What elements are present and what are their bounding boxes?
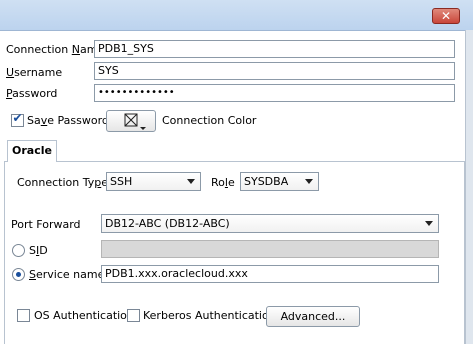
connection-type-label: Connection Type [17, 176, 109, 189]
role-label: Role [211, 176, 235, 189]
connection-color-label: Connection Color [162, 114, 257, 127]
os-authentication-label: OS Authentication [34, 309, 134, 322]
chevron-down-icon [425, 221, 433, 226]
kerberos-authentication-checkbox[interactable] [127, 309, 140, 322]
close-icon: ✕ [440, 9, 452, 23]
connection-color-button[interactable] [106, 110, 156, 132]
port-forward-value: DB12-ABC (DB12-ABC) [105, 217, 230, 230]
radio-selected-dot [16, 272, 21, 277]
advanced-button[interactable]: Advanced... [266, 306, 360, 327]
chevron-down-icon [305, 179, 313, 184]
username-field[interactable]: SYS [94, 62, 455, 80]
sid-field [101, 240, 439, 258]
sid-label: SID [29, 244, 48, 257]
role-select[interactable]: SYSDBA [240, 172, 319, 191]
password-field[interactable]: ••••••••••••• [94, 84, 455, 102]
title-bar: ✕ [0, 0, 473, 31]
connection-type-value: SSH [110, 175, 133, 188]
save-password-checkbox[interactable]: ✔ [11, 111, 24, 127]
chevron-down-icon [187, 179, 195, 184]
username-label: Username [6, 66, 63, 79]
close-button[interactable]: ✕ [432, 8, 460, 24]
color-swatch-icon [124, 113, 146, 130]
service-name-label: Service name [29, 268, 105, 281]
connection-dialog: ✕ Connection Name PDB1_SYS Username SYS … [0, 0, 473, 344]
service-name-field[interactable]: PDB1.xxx.oraclecloud.xxx [101, 265, 439, 283]
connection-name-label: Connection Name [6, 43, 105, 56]
port-forward-label: Port Forward [11, 218, 81, 231]
kerberos-authentication-label: Kerberos Authentication [143, 309, 276, 322]
role-value: SYSDBA [244, 175, 289, 188]
connection-type-select[interactable]: SSH [106, 172, 201, 191]
sid-radio[interactable] [12, 244, 25, 257]
tab-oracle[interactable]: Oracle [7, 140, 57, 162]
port-forward-select[interactable]: DB12-ABC (DB12-ABC) [101, 214, 439, 233]
service-name-radio[interactable] [12, 268, 25, 281]
connection-name-field[interactable]: PDB1_SYS [94, 40, 455, 58]
save-password-label: Save Password [27, 114, 109, 127]
right-border-strip [465, 30, 473, 344]
password-label: Password [6, 87, 58, 100]
checkmark-icon: ✔ [12, 111, 23, 125]
os-authentication-checkbox[interactable] [17, 309, 30, 322]
